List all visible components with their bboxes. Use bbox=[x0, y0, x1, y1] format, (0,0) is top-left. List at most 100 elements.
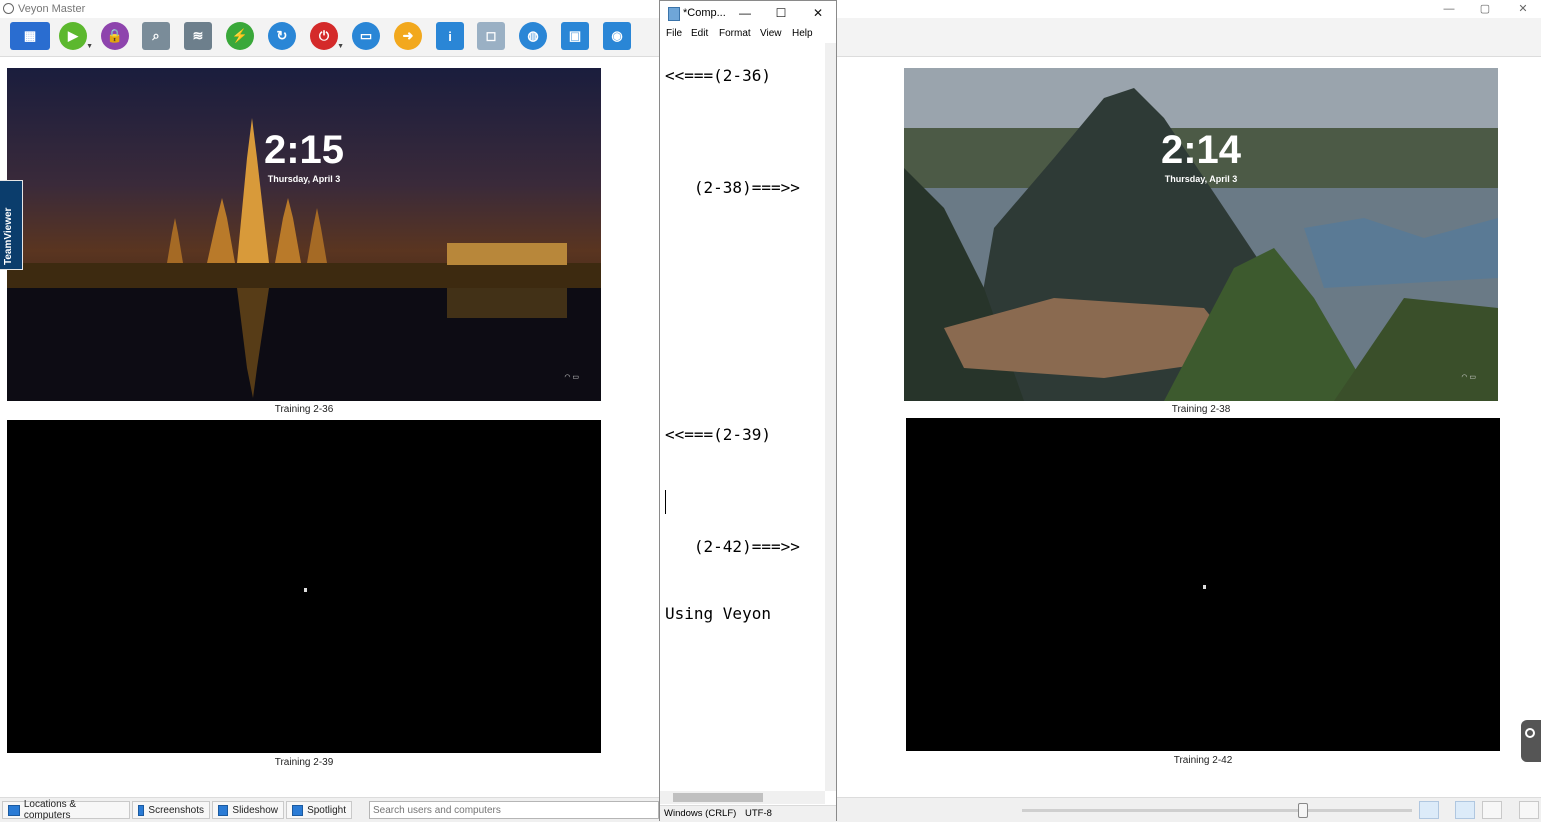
notepad-text-area[interactable]: <<===(2-36) (2-38)===>> <<===(2-39) (2-4… bbox=[665, 43, 821, 791]
menu-view[interactable]: View bbox=[760, 28, 782, 39]
chevron-down-icon[interactable]: ▼ bbox=[337, 43, 344, 50]
remote-control-button[interactable]: ≋ bbox=[184, 22, 212, 50]
mouse-cursor bbox=[1203, 585, 1206, 589]
run-program-button[interactable]: ▣ bbox=[561, 22, 589, 50]
lockscreen-time: 2:14 bbox=[1160, 128, 1242, 172]
menu-file[interactable]: File bbox=[666, 28, 682, 39]
encoding-status: UTF-8 bbox=[745, 808, 772, 819]
scrollbar-thumb[interactable] bbox=[673, 793, 763, 802]
lockscreen-date: Thursday, April 3 bbox=[1164, 174, 1238, 184]
computer-caption: Training 2-42 bbox=[1173, 755, 1233, 766]
teamviewer-side-tab[interactable]: TeamViewer bbox=[0, 180, 23, 270]
app-icon: ▣ bbox=[568, 28, 582, 43]
custom-arrangement-button[interactable] bbox=[1455, 801, 1475, 819]
line-ending-status: Windows (CRLF) bbox=[664, 808, 737, 819]
notepad-horizontal-scrollbar[interactable] bbox=[660, 791, 825, 804]
notepad-vertical-scrollbar[interactable] bbox=[825, 43, 836, 791]
text-line: (2-38)===>> bbox=[665, 178, 800, 197]
globe-icon: ◍ bbox=[527, 28, 539, 43]
notepad-status-bar: Windows (CRLF) UTF-8 bbox=[660, 805, 836, 821]
city-lockscreen-wallpaper bbox=[7, 68, 601, 401]
menu-help[interactable]: Help bbox=[792, 28, 813, 39]
logoff-button[interactable]: ➜ bbox=[394, 22, 422, 50]
computer-caption: Training 2-36 bbox=[274, 404, 334, 415]
message-icon: i bbox=[448, 28, 452, 44]
zoom-slider-track[interactable] bbox=[1022, 809, 1412, 812]
about-info-button[interactable] bbox=[1519, 801, 1539, 819]
lock-button[interactable]: 🔒 bbox=[101, 22, 129, 50]
screen-lock-button[interactable]: ◻ bbox=[477, 22, 505, 50]
slideshow-icon bbox=[218, 804, 229, 816]
chevron-down-icon[interactable]: ▼ bbox=[86, 43, 93, 50]
monitor-search-icon: ⌕ bbox=[152, 28, 160, 43]
notepad-title: *Comp... bbox=[683, 7, 726, 19]
bolt-icon: ⚡ bbox=[231, 28, 249, 43]
teamviewer-label: TeamViewer bbox=[3, 207, 14, 265]
lockscreen-date: Thursday, April 3 bbox=[267, 174, 341, 184]
screenshots-button[interactable]: Screenshots bbox=[132, 801, 210, 819]
grid-icon: ▦ bbox=[23, 28, 37, 43]
text-line: Using Veyon bbox=[665, 604, 771, 623]
notepad-close-button[interactable]: ✕ bbox=[808, 5, 828, 21]
button-label: Slideshow bbox=[232, 804, 278, 816]
logout-icon: ➜ bbox=[402, 28, 414, 43]
zoom-slider-handle[interactable] bbox=[1298, 803, 1308, 818]
notepad-window: *Comp... — ☐ ✕ File Edit Format View Hel… bbox=[659, 0, 837, 821]
notepad-menu-bar: File Edit Format View Help bbox=[660, 25, 836, 43]
notepad-app-icon bbox=[668, 7, 680, 21]
demo-button[interactable]: ▶ ▼ bbox=[59, 22, 93, 50]
message-button[interactable]: i bbox=[436, 22, 464, 50]
presentation-icon: ▶ bbox=[68, 28, 78, 43]
align-grid-button[interactable] bbox=[1482, 801, 1502, 819]
locations-computers-button[interactable]: Locations & computers bbox=[2, 799, 130, 821]
camera-icon: ◉ bbox=[611, 28, 623, 43]
auto-fit-button[interactable] bbox=[1419, 801, 1439, 819]
open-website-button[interactable]: ◍ bbox=[519, 22, 547, 50]
text-line: <<===(2-36) bbox=[665, 66, 771, 85]
computer-screen-training-2-38[interactable]: 2:14 Thursday, April 3 ◠ ▭ bbox=[904, 68, 1498, 401]
monitor-wifi-icon: ≋ bbox=[192, 28, 204, 43]
reboot-button[interactable]: ↻ bbox=[268, 22, 296, 50]
text-line: (2-42)===>> bbox=[665, 537, 800, 556]
button-label: Spotlight bbox=[307, 804, 346, 816]
refresh-icon: ↻ bbox=[276, 28, 288, 43]
text-line: <<===(2-39) bbox=[665, 425, 771, 444]
teamviewer-handle[interactable] bbox=[1521, 720, 1541, 762]
restore-button[interactable]: ▢ bbox=[1475, 2, 1495, 16]
keyboard-icon: ▭ bbox=[359, 28, 373, 43]
mountain-lockscreen-wallpaper bbox=[904, 68, 1498, 401]
login-button[interactable]: ▭ bbox=[352, 22, 380, 50]
lockscreen-status-icons: ◠ ▭ bbox=[564, 374, 579, 381]
power-down-button[interactable]: ⏻ ▼ bbox=[310, 22, 344, 50]
menu-format[interactable]: Format bbox=[719, 28, 751, 39]
window-icon: ◻ bbox=[485, 28, 497, 43]
search-users-computers-input[interactable] bbox=[369, 801, 659, 819]
window-title: Veyon Master bbox=[18, 3, 86, 15]
lockscreen-time: 2:15 bbox=[263, 128, 345, 172]
remote-view-button[interactable]: ⌕ bbox=[142, 22, 170, 50]
spotlight-icon bbox=[292, 804, 304, 816]
menu-edit[interactable]: Edit bbox=[691, 28, 708, 39]
lockscreen-status-icons: ◠ ▭ bbox=[1461, 374, 1476, 381]
text-caret bbox=[665, 490, 666, 514]
computer-screen-training-2-39[interactable] bbox=[7, 420, 601, 753]
power-icon: ⏻ bbox=[318, 28, 330, 43]
computer-screen-training-2-36[interactable]: 2:15 Thursday, April 3 ◠ ▭ bbox=[7, 68, 601, 401]
screenshot-icon bbox=[138, 804, 145, 816]
computer-caption: Training 2-39 bbox=[274, 757, 334, 768]
teamviewer-icon bbox=[1525, 728, 1535, 738]
veyon-app-icon bbox=[3, 3, 14, 14]
power-on-button[interactable]: ⚡ bbox=[226, 22, 254, 50]
computer-screen-training-2-42[interactable] bbox=[906, 418, 1500, 751]
notepad-maximize-button[interactable]: ☐ bbox=[771, 5, 791, 21]
close-button[interactable]: ✕ bbox=[1513, 2, 1533, 16]
mouse-cursor bbox=[304, 588, 307, 592]
monitoring-mode-button[interactable]: ▦ bbox=[10, 22, 50, 50]
minimize-button[interactable]: — bbox=[1439, 2, 1459, 16]
spotlight-button[interactable]: Spotlight bbox=[286, 801, 352, 819]
lock-icon: 🔒 bbox=[106, 28, 124, 43]
slideshow-button[interactable]: Slideshow bbox=[212, 801, 284, 819]
screenshot-button[interactable]: ◉ bbox=[603, 22, 631, 50]
computer-caption: Training 2-38 bbox=[1171, 404, 1231, 415]
notepad-minimize-button[interactable]: — bbox=[735, 5, 755, 21]
